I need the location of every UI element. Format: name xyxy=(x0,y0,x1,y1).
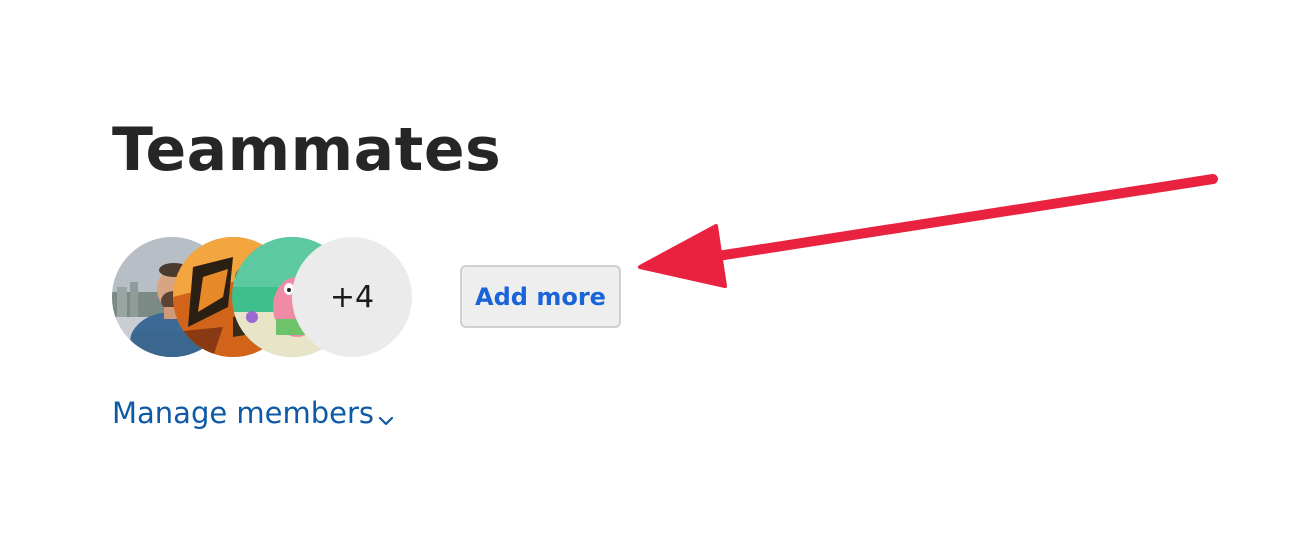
chevron-down-icon xyxy=(378,399,394,433)
add-more-button[interactable]: Add more xyxy=(460,265,621,328)
page-title: Teammates xyxy=(112,115,502,185)
teammate-overflow-count[interactable]: +4 xyxy=(292,237,412,357)
teammate-avatar-stack[interactable]: +4 xyxy=(112,237,412,357)
manage-members-label: Manage members xyxy=(112,396,375,430)
manage-members-link[interactable]: Manage members xyxy=(112,393,394,433)
